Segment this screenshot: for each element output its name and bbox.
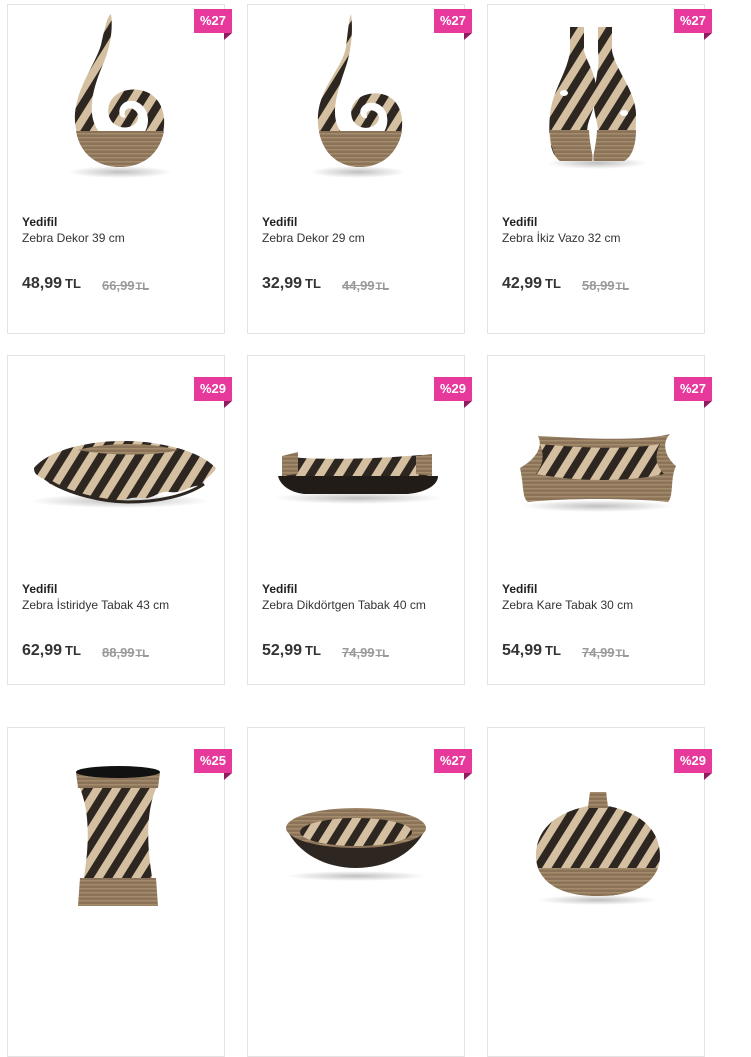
old-price-value: 74,99 <box>582 645 615 660</box>
discount-badge: %27 <box>434 749 472 780</box>
currency: TL <box>545 643 561 658</box>
product-card[interactable]: %27 Yedifil Zebra İkiz Vazo 32 cm 42,99 T… <box>487 4 712 334</box>
product-name[interactable]: Zebra İstiridye Tabak 43 cm <box>22 598 169 612</box>
price-value: 42,99 <box>502 275 543 292</box>
currency: TL <box>545 276 561 291</box>
currency: TL <box>305 643 321 658</box>
brand-name: Yedifil <box>502 582 538 596</box>
price-value: 54,99 <box>502 642 543 659</box>
zebra-spiral-decor-icon <box>68 14 172 178</box>
product-grid: %27 Yedifil Zebra Dekor 39 cm 48,99 TL 66… <box>0 0 751 1057</box>
zebra-spiral-decor-icon <box>310 14 406 178</box>
brand-name: Yedifil <box>22 215 58 229</box>
discount-badge: %27 <box>434 9 472 40</box>
currency: TL <box>615 648 629 660</box>
price: 62,99 TL <box>22 642 81 660</box>
old-price: 74,99TL <box>582 645 629 660</box>
product-card[interactable]: %29 Yedifil Zebra Dikdörtgen Tabak 40 cm… <box>247 355 472 685</box>
product-card[interactable]: %27 Yedifil Zebra Dekor 29 cm 32,99 TL 44… <box>247 4 472 334</box>
discount-badge: %27 <box>674 9 712 40</box>
price: 48,99 TL <box>22 275 81 293</box>
brand-name: Yedifil <box>22 582 58 596</box>
old-price-value: 74,99 <box>342 645 375 660</box>
old-price-value: 66,99 <box>102 278 135 293</box>
product-card[interactable]: %27 <box>247 727 472 1057</box>
old-price: 44,99TL <box>342 278 389 293</box>
currency: TL <box>135 648 149 660</box>
product-card[interactable]: %27 Yedifil Zebra Dekor 39 cm 48,99 TL 66… <box>7 4 232 334</box>
old-price: 74,99TL <box>342 645 389 660</box>
currency: TL <box>65 643 81 658</box>
old-price: 88,99TL <box>102 645 149 660</box>
product-card[interactable]: %29 Yedifil Zebra İstiridye Tabak 43 cm … <box>7 355 232 685</box>
price: 54,99 TL <box>502 642 561 660</box>
product-card[interactable]: %29 <box>487 727 712 1057</box>
price: 42,99 TL <box>502 275 561 293</box>
product-name[interactable]: Zebra Kare Tabak 30 cm <box>502 598 633 612</box>
product-name[interactable]: Zebra İkiz Vazo 32 cm <box>502 231 621 245</box>
discount-badge: %29 <box>194 377 232 408</box>
old-price: 58,99TL <box>582 278 629 293</box>
price-value: 62,99 <box>22 642 63 659</box>
old-price-value: 58,99 <box>582 278 615 293</box>
price: 32,99 TL <box>262 275 321 293</box>
currency: TL <box>375 648 389 660</box>
product-name[interactable]: Zebra Dekor 29 cm <box>262 231 365 245</box>
discount-badge: %25 <box>194 749 232 780</box>
currency: TL <box>615 281 629 293</box>
currency: TL <box>65 276 81 291</box>
old-price-value: 88,99 <box>102 645 135 660</box>
discount-badge: %27 <box>194 9 232 40</box>
old-price: 66,99TL <box>102 278 149 293</box>
discount-badge: %29 <box>674 749 712 780</box>
brand-name: Yedifil <box>262 582 298 596</box>
brand-name: Yedifil <box>262 215 298 229</box>
discount-badge: %27 <box>674 377 712 408</box>
zebra-twin-vase-icon <box>547 27 647 169</box>
discount-badge: %29 <box>434 377 472 408</box>
currency: TL <box>375 281 389 293</box>
price-value: 32,99 <box>262 275 303 292</box>
brand-name: Yedifil <box>502 215 538 229</box>
currency: TL <box>135 281 149 293</box>
product-card[interactable]: %27 Yedifil Zebra Kare Tabak 30 cm 54,99… <box>487 355 712 685</box>
price-value: 48,99 <box>22 275 63 292</box>
old-price-value: 44,99 <box>342 278 375 293</box>
product-card[interactable]: %25 <box>7 727 232 1057</box>
price: 52,99 TL <box>262 642 321 660</box>
price-value: 52,99 <box>262 642 303 659</box>
currency: TL <box>305 276 321 291</box>
product-name[interactable]: Zebra Dekor 39 cm <box>22 231 125 245</box>
product-name[interactable]: Zebra Dikdörtgen Tabak 40 cm <box>262 598 426 612</box>
